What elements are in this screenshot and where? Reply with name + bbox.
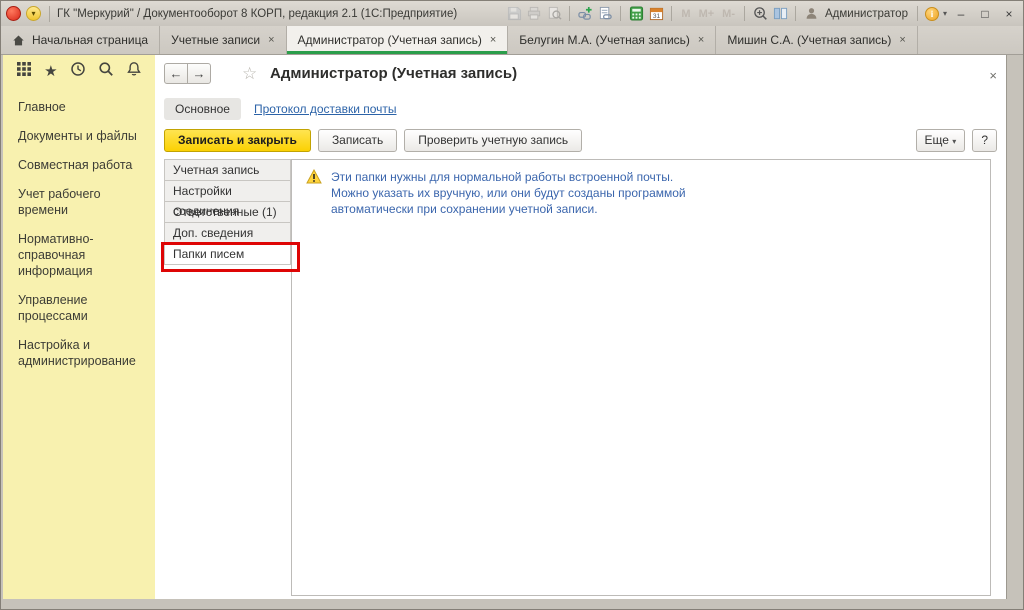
close-icon[interactable]: ×	[899, 34, 905, 46]
minimize-button[interactable]: –	[951, 5, 971, 23]
tab-label: Учетные записи	[171, 33, 260, 47]
sidebar-item-time-tracking[interactable]: Учет рабочего времени	[18, 186, 149, 218]
favorites-star-icon[interactable]: ★	[44, 62, 57, 80]
nav-mail-delivery-protocol-link[interactable]: Протокол доставки почты	[254, 102, 397, 116]
sidebar-toolbar: ★	[3, 55, 155, 87]
sidebar-item-documents-files[interactable]: Документы и файлы	[18, 128, 149, 144]
caret-down-icon: ▾	[31, 9, 35, 18]
home-icon	[12, 34, 25, 47]
form-close-icon[interactable]: ×	[989, 68, 997, 83]
save-and-close-button[interactable]: Записать и закрыть	[164, 129, 311, 152]
form-area: ← → ☆ Администратор (Учетная запись) × О…	[155, 55, 1006, 599]
close-icon[interactable]: ×	[698, 34, 704, 46]
go-to-link-icon[interactable]	[597, 6, 613, 22]
memory-m-minus-button: M-	[720, 8, 737, 20]
page-title: Администратор (Учетная запись)	[270, 65, 517, 82]
add-favorite-icon[interactable]	[577, 6, 593, 22]
notifications-bell-icon[interactable]	[126, 61, 142, 82]
main-area: ★ Главное Документы и файлы Совместная р…	[3, 55, 1007, 599]
divider	[620, 6, 621, 21]
memory-m-button: M	[679, 8, 692, 20]
nav-basic[interactable]: Основное	[164, 98, 241, 120]
sidebar: ★ Главное Документы и файлы Совместная р…	[3, 55, 155, 599]
current-user-label[interactable]: Администратор	[825, 8, 908, 20]
tab-home[interactable]: Начальная страница	[1, 26, 160, 54]
back-button[interactable]: ←	[164, 63, 188, 84]
history-nav: ← →	[164, 63, 211, 84]
title-bar: ▾ ГК "Меркурий" / Документооборот 8 КОРП…	[1, 1, 1023, 26]
sidebar-item-reference-info[interactable]: Нормативно-справочная информация	[18, 231, 149, 279]
caret-down-icon: ▾	[952, 137, 956, 146]
sidebar-item-settings-administration[interactable]: Настройка и администрирование	[18, 337, 149, 369]
history-clock-icon[interactable]	[70, 61, 86, 82]
divider	[795, 6, 796, 21]
close-button[interactable]: ×	[999, 5, 1019, 23]
favorite-star-icon[interactable]: ☆	[242, 64, 257, 84]
print-preview-icon	[546, 6, 562, 22]
user-icon	[803, 6, 819, 22]
warning-text: Эти папки нужны для нормальной работы вс…	[331, 169, 686, 217]
maximize-button[interactable]: □	[975, 5, 995, 23]
divider	[569, 6, 570, 21]
command-bar: Записать и закрыть Записать Проверить уч…	[164, 129, 997, 152]
calendar-icon[interactable]: 31	[648, 6, 664, 22]
check-account-button[interactable]: Проверить учетную запись	[404, 129, 582, 152]
divider	[917, 6, 918, 21]
tab-label: Начальная страница	[32, 33, 148, 47]
tab-administrator-account[interactable]: Администратор (Учетная запись) ×	[287, 26, 509, 54]
tab-label: Мишин С.А. (Учетная запись)	[727, 33, 891, 47]
sidebar-item-collaboration[interactable]: Совместная работа	[18, 157, 149, 173]
more-button[interactable]: Еще ▾	[916, 129, 966, 152]
save-icon	[506, 6, 522, 22]
tab-label: Администратор (Учетная запись)	[298, 33, 482, 47]
caret-down-icon[interactable]: ▾	[943, 9, 947, 18]
print-icon	[526, 6, 542, 22]
help-button[interactable]: ?	[972, 129, 997, 152]
tab-belugin-account[interactable]: Белугин М.А. (Учетная запись) ×	[508, 26, 716, 54]
tab-accounts[interactable]: Учетные записи ×	[160, 26, 286, 54]
form-side-tabs: Учетная запись Настройки соединения Отве…	[164, 159, 291, 265]
divider	[671, 6, 672, 21]
split-columns-icon[interactable]	[772, 6, 788, 22]
main-menu-button[interactable]: ▾	[26, 6, 41, 21]
memory-m-plus-button: M+	[697, 8, 717, 20]
side-tab-account[interactable]: Учетная запись	[164, 159, 291, 181]
warning-message: Эти папки нужны для нормальной работы вс…	[306, 169, 990, 217]
tab-content-panel: Эти папки нужны для нормальной работы вс…	[291, 159, 991, 596]
zoom-icon[interactable]	[752, 6, 768, 22]
form-nav: Основное Протокол доставки почты	[164, 98, 397, 120]
app-window: ▾ ГК "Меркурий" / Документооборот 8 КОРП…	[0, 0, 1024, 610]
sidebar-menu: Главное Документы и файлы Совместная раб…	[3, 99, 155, 369]
app-logo-1c-icon	[6, 6, 21, 21]
close-icon[interactable]: ×	[490, 34, 496, 46]
forward-button[interactable]: →	[187, 63, 211, 84]
tab-label: Белугин М.А. (Учетная запись)	[519, 33, 690, 47]
window-title: ГК "Меркурий" / Документооборот 8 КОРП, …	[57, 8, 457, 20]
side-tab-mail-folders[interactable]: Папки писем	[164, 243, 291, 265]
titlebar-toolbar: 31 M M+ M- Администратор i ▾ – □ ×	[506, 5, 1019, 23]
divider	[49, 6, 50, 22]
side-tab-additional-info[interactable]: Доп. сведения	[164, 222, 291, 244]
sidebar-item-main[interactable]: Главное	[18, 99, 149, 115]
tab-bar: Начальная страница Учетные записи × Адми…	[1, 26, 1023, 55]
tab-mishin-account[interactable]: Мишин С.А. (Учетная запись) ×	[716, 26, 918, 54]
info-icon[interactable]: i	[925, 7, 939, 21]
sidebar-item-process-management[interactable]: Управление процессами	[18, 292, 149, 324]
menu-grid-icon[interactable]	[16, 61, 32, 82]
side-tab-responsible[interactable]: Ответственные (1)	[164, 201, 291, 223]
side-tab-connection-settings[interactable]: Настройки соединения	[164, 180, 291, 202]
svg-text:31: 31	[653, 13, 661, 20]
search-icon[interactable]	[98, 61, 114, 82]
divider	[744, 6, 745, 21]
save-button[interactable]: Записать	[318, 129, 397, 152]
calculator-icon[interactable]	[628, 6, 644, 22]
warning-icon	[306, 169, 322, 217]
close-icon[interactable]: ×	[268, 34, 274, 46]
